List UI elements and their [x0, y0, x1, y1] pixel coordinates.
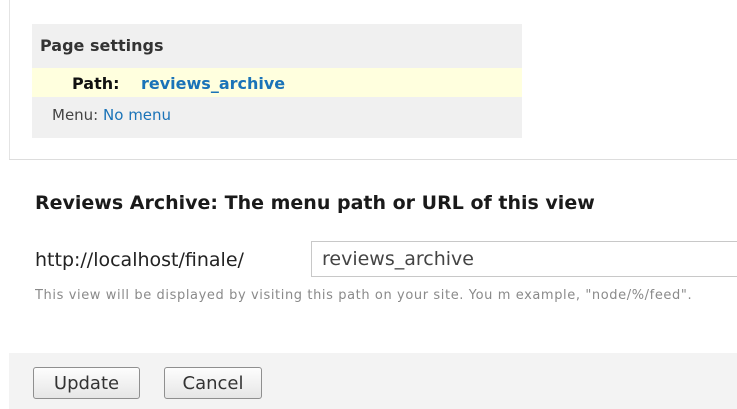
path-input[interactable] — [311, 241, 737, 277]
page-settings-box: Page settings Path: reviews_archive Menu… — [32, 24, 522, 138]
menu-link[interactable]: No menu — [103, 106, 171, 124]
path-setting-row: Path: reviews_archive — [32, 68, 522, 97]
url-prefix: http://localhost/finale/ — [35, 249, 244, 271]
menu-setting-row: Menu: No menu — [52, 106, 171, 124]
field-description: This view will be displayed by visiting … — [35, 288, 693, 303]
path-label: Path: — [72, 74, 120, 93]
path-link[interactable]: reviews_archive — [141, 74, 285, 93]
page-settings-title: Page settings — [40, 36, 164, 55]
update-button[interactable]: Update — [33, 367, 140, 399]
menu-label: Menu: — [52, 106, 99, 124]
form-title: Reviews Archive: The menu path or URL of… — [35, 192, 595, 214]
cancel-button[interactable]: Cancel — [164, 367, 262, 399]
left-border — [9, 0, 10, 160]
path-edit-form: Reviews Archive: The menu path or URL of… — [9, 160, 737, 409]
button-bar: Update Cancel — [9, 353, 737, 409]
views-page-settings-screen: Page settings Path: reviews_archive Menu… — [0, 0, 737, 409]
